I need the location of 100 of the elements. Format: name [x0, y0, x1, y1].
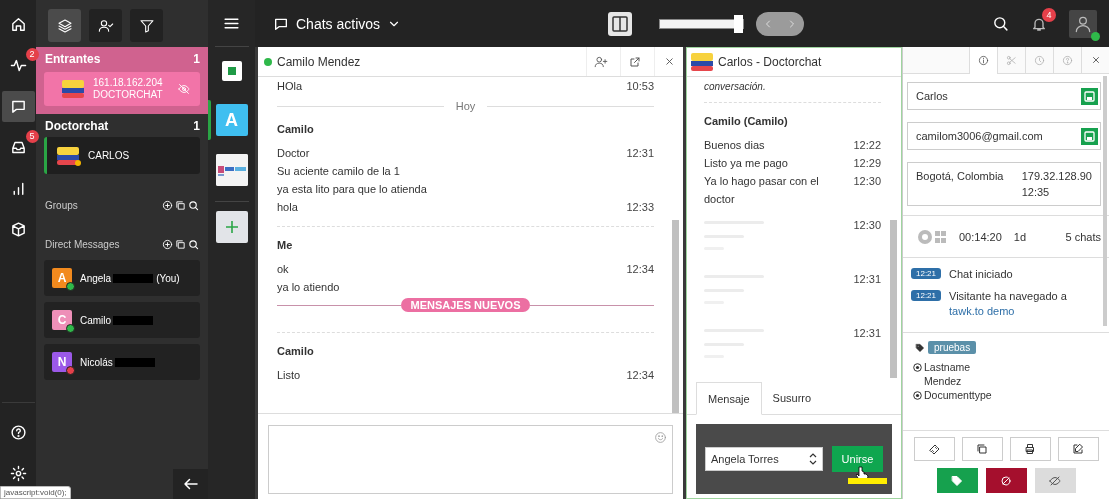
- message-text: ya esta lito para que lo atienda: [277, 182, 427, 197]
- search-button[interactable]: [992, 15, 1009, 32]
- attribute-label: Documenttype: [924, 388, 992, 402]
- nav-button[interactable]: [1, 91, 35, 122]
- search-icon: [188, 200, 199, 211]
- workspace-button[interactable]: [215, 154, 248, 186]
- composer-tab[interactable]: Susurro: [761, 382, 823, 414]
- tag-button[interactable]: [936, 468, 978, 493]
- section-title: Entrantes: [45, 52, 101, 66]
- layers-icon: [56, 17, 73, 34]
- printer-icon: [1024, 443, 1036, 455]
- contact-item[interactable]: A Angela (You): [44, 260, 200, 296]
- smiley-icon: [654, 431, 667, 444]
- layout-toggle[interactable]: [608, 11, 633, 36]
- eye-slash-icon: [1049, 474, 1061, 487]
- status-dot: [1091, 31, 1100, 41]
- avatar: C: [52, 310, 72, 330]
- filter-button[interactable]: [48, 9, 81, 42]
- chat-count: 1: [193, 52, 200, 66]
- message-text: ok: [277, 262, 289, 277]
- help-icon: [1062, 54, 1073, 66]
- name-field[interactable]: Carlos: [907, 82, 1101, 110]
- count-badge: 5: [25, 130, 39, 143]
- flag-icon: [57, 146, 79, 165]
- close-icon: [663, 56, 675, 67]
- visit-days: 1d: [1013, 231, 1027, 243]
- author-name: Camilo: [277, 122, 315, 137]
- copy-icon: [976, 443, 988, 455]
- profile-button[interactable]: [1069, 9, 1097, 38]
- square-logo-icon: [225, 65, 238, 77]
- chat-count: 1: [193, 119, 200, 133]
- contact-name: Angela: [80, 272, 112, 284]
- tag-icon: [951, 474, 963, 487]
- edit-button[interactable]: [1057, 437, 1099, 461]
- info-icon: [978, 55, 989, 66]
- add-workspace-button[interactable]: [215, 211, 248, 243]
- composer-tab[interactable]: Mensaje: [696, 382, 762, 415]
- day-divider: Hoy: [455, 100, 476, 112]
- copy-button[interactable]: [961, 437, 1003, 461]
- hide-button[interactable]: [1034, 468, 1076, 493]
- ticket-button[interactable]: [913, 437, 955, 461]
- settings-icon: [9, 465, 27, 482]
- chat-item[interactable]: CARLOS: [44, 137, 200, 174]
- message-input[interactable]: [268, 425, 673, 494]
- chat-title: Camilo Mendez: [277, 54, 361, 69]
- help-icon: [9, 424, 27, 441]
- attribute-label: Lastname: [924, 360, 971, 374]
- inbox-tray-icon: [9, 139, 27, 156]
- time-badge: 12:21: [911, 268, 942, 279]
- chat-duration: 00:14:20: [959, 231, 1002, 243]
- ban-button[interactable]: [985, 468, 1027, 493]
- message-text: hola: [277, 200, 298, 215]
- pulse-icon: [9, 57, 27, 74]
- page-link[interactable]: tawk.to demo: [949, 304, 1067, 319]
- ip-address: 179.32.128.90: [1021, 170, 1092, 182]
- search-icon: [188, 239, 199, 250]
- avatar: N: [52, 352, 72, 372]
- plus-icon: [223, 219, 240, 235]
- filter-button[interactable]: [130, 9, 163, 42]
- count-badge: 4: [1042, 7, 1056, 22]
- event-text: Visitante ha navegado a: [949, 289, 1067, 304]
- user-check-icon: [97, 17, 114, 34]
- message-time: 12:33: [626, 200, 654, 215]
- chat-count: 5 chats: [1065, 231, 1101, 243]
- ticket-icon: [928, 443, 940, 455]
- add-user-icon: [594, 54, 608, 69]
- message-text: Listo ya me pago: [704, 156, 788, 171]
- message-time: 12:30: [853, 218, 881, 233]
- filter-button[interactable]: [89, 9, 122, 42]
- agent-select[interactable]: Angela Torres: [705, 447, 823, 471]
- message-time: 12:22: [853, 138, 881, 153]
- save-button[interactable]: [1081, 87, 1098, 105]
- status-dot: [75, 159, 81, 166]
- contact-item[interactable]: N Nicolás: [44, 344, 200, 380]
- message-text: ya lo atiendo: [277, 280, 340, 295]
- panel-tab[interactable]: [969, 47, 997, 74]
- circled-dot-icon: [913, 362, 922, 372]
- message-time: 12:30: [853, 174, 881, 189]
- print-button[interactable]: [1009, 437, 1051, 461]
- chat-title: 161.18.162.204: [93, 77, 164, 89]
- system-message: conversación.: [704, 81, 767, 92]
- browser-os-icon: [917, 229, 947, 245]
- slider-thumb[interactable]: [734, 14, 744, 33]
- time-badge: 12:21: [911, 290, 942, 301]
- chat-subtitle: DOCTORCHAT: [93, 89, 164, 101]
- email-field[interactable]: camilom3006@gmail.com: [907, 122, 1101, 150]
- flag-icon: [691, 53, 713, 71]
- workspace-button[interactable]: [221, 61, 242, 81]
- contact-name: Nicolás: [80, 356, 113, 368]
- highlight-mark: [848, 478, 887, 484]
- contact-item[interactable]: C Camilo: [44, 302, 200, 338]
- new-messages-badge: MENSAJES NUEVOS: [401, 298, 530, 312]
- close-icon: [1090, 55, 1101, 65]
- floppy-icon: [1084, 130, 1095, 142]
- view-dropdown[interactable]: Chats activos: [273, 15, 402, 32]
- notifications-button[interactable]: 4: [1031, 7, 1056, 32]
- avatar: A: [52, 268, 72, 288]
- copy-icon: [175, 200, 186, 211]
- save-button[interactable]: [1081, 127, 1098, 145]
- back-button[interactable]: [173, 469, 208, 499]
